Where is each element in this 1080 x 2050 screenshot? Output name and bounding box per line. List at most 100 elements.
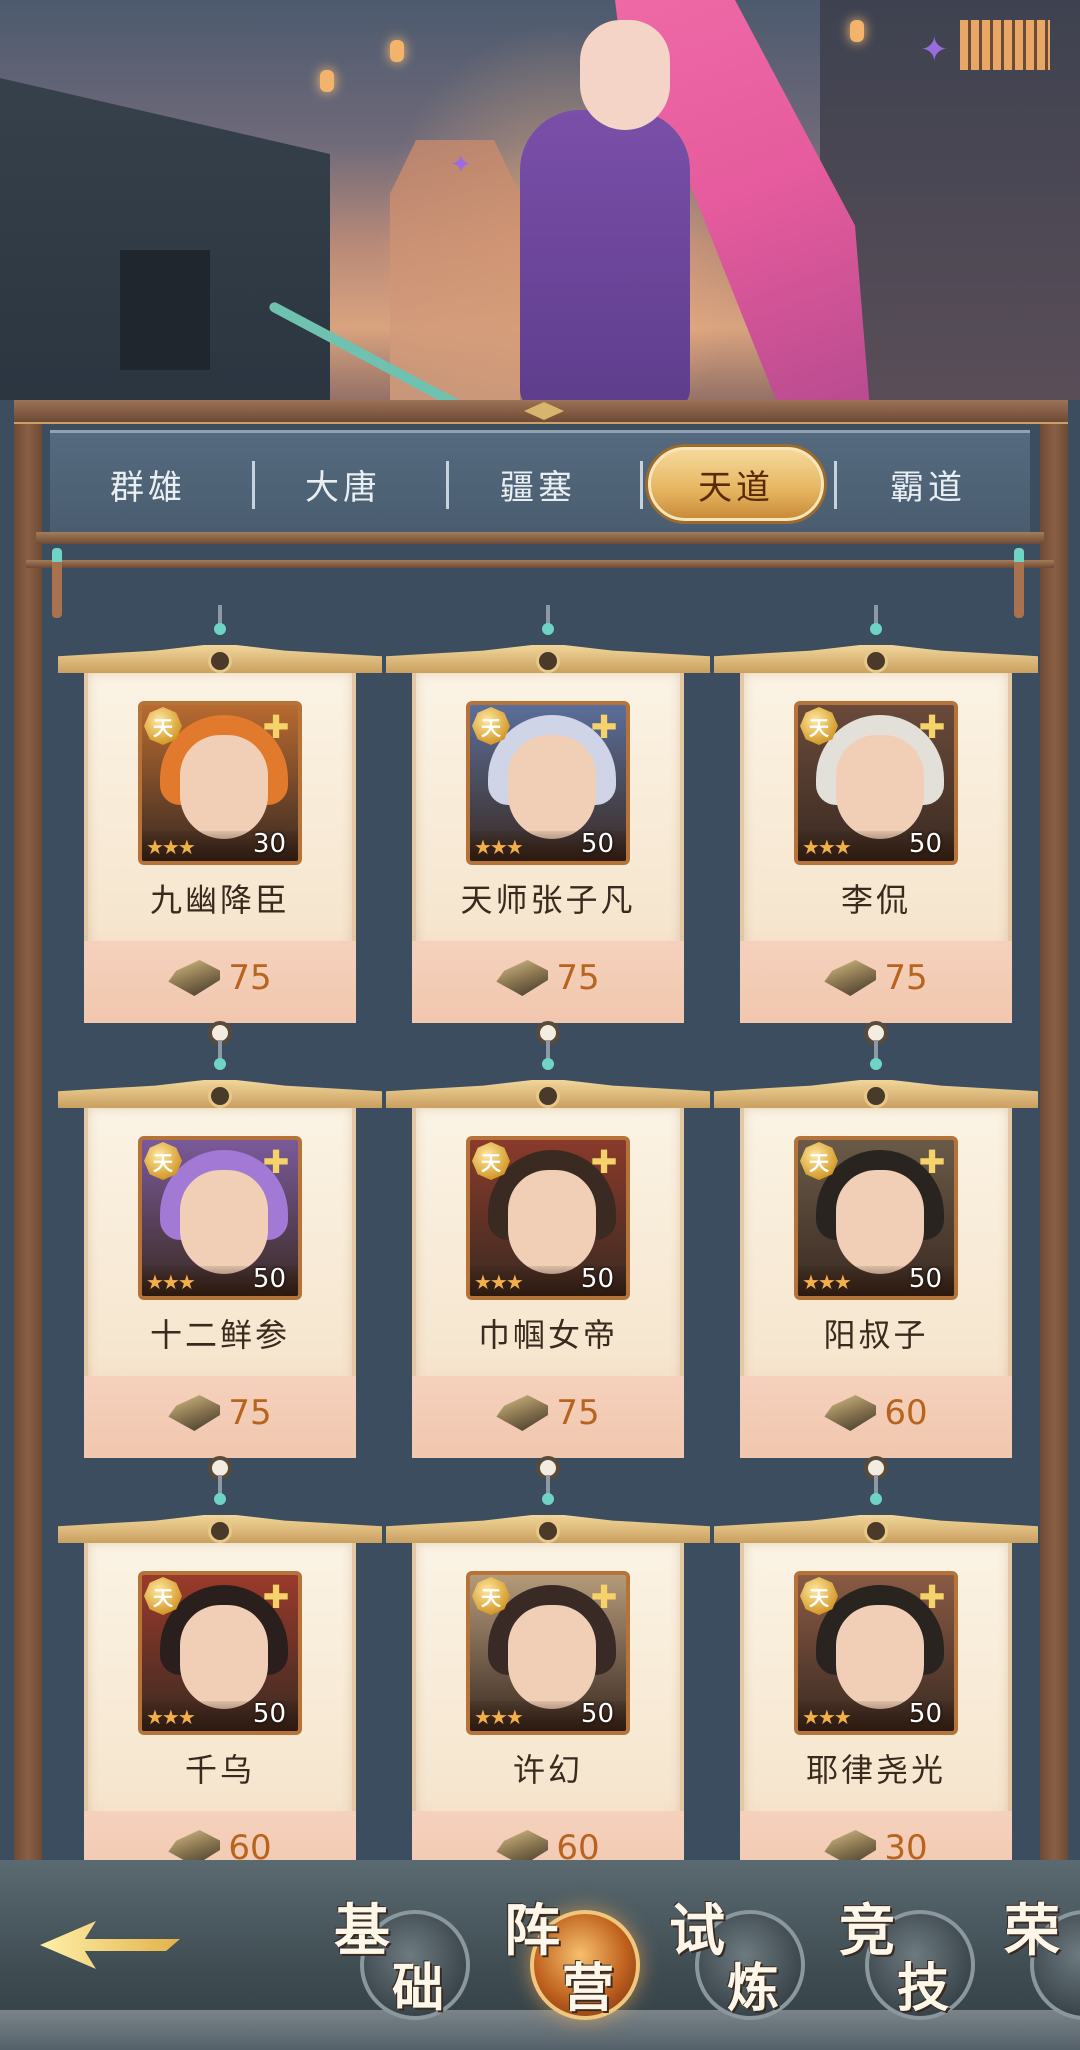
token-icon [824, 960, 877, 996]
pagoda [390, 140, 520, 410]
frame-post-right [1040, 400, 1068, 1900]
hero-portrait[interactable]: 天 ✚ ★★★ 50 [794, 1571, 958, 1735]
token-icon [496, 960, 549, 996]
hero-card[interactable]: 天 ✚ ★★★ 50 阳叔子 60 [714, 1040, 1038, 1490]
hero-name: 十二鲜参 [149, 1316, 290, 1354]
token-icon [168, 1395, 221, 1431]
nav-arena[interactable]: 竞 技 [835, 1880, 985, 2030]
nav-char: 阵 [504, 1898, 560, 1964]
hero-level: 50 [908, 1699, 942, 1729]
puzzle-piece-icon: ✚ [918, 1578, 946, 1616]
puzzle-piece-icon: ✚ [262, 708, 290, 746]
hero-cost: 75 [84, 1386, 356, 1440]
scroll-knob [864, 1519, 888, 1543]
nav-char: 试 [669, 1898, 725, 1964]
hanging-hook [868, 1475, 884, 1515]
tab-rail [26, 560, 1054, 568]
hero-name: 九幽降臣 [149, 881, 290, 919]
nav-basic[interactable]: 基 础 [330, 1880, 480, 2030]
portrait-face [836, 1605, 924, 1709]
star-rating: ★★★ [146, 835, 196, 859]
tab-badao[interactable]: 霸道 [840, 447, 1016, 521]
hero-portrait[interactable]: 天 ✚ ★★★ 50 [138, 1136, 302, 1300]
top-beam [14, 400, 1068, 424]
portrait-face [508, 1170, 596, 1274]
portrait-face [836, 1170, 924, 1274]
butterfly-icon: ✦ [920, 30, 949, 70]
hero-level: 50 [252, 1264, 286, 1294]
star-rating: ★★★ [802, 1270, 852, 1294]
nav-honor[interactable]: 荣 [1000, 1880, 1080, 2030]
puzzle-piece-icon: ✚ [590, 708, 618, 746]
hanging-hook [212, 1475, 228, 1515]
hero-name: 阳叔子 [823, 1316, 929, 1354]
hero-card[interactable]: 天 ✚ ★★★ 50 十二鲜参 75 [58, 1040, 382, 1490]
hero-level: 50 [580, 1699, 614, 1729]
hero-card[interactable]: 天 ✚ ★★★ 50 李侃 75 [714, 605, 1038, 1055]
hero-portrait[interactable]: 天 ✚ ★★★ 30 [138, 701, 302, 865]
puzzle-piece-icon: ✚ [918, 1143, 946, 1181]
nav-char: 技 [897, 1958, 950, 2019]
nav-trial[interactable]: 试 炼 [665, 1880, 815, 2030]
token-icon [496, 1395, 549, 1431]
nav-char: 竞 [839, 1898, 895, 1964]
heroine-face [580, 20, 670, 130]
hanging-hook [212, 1040, 228, 1080]
hero-cost: 75 [84, 951, 356, 1005]
hero-card[interactable]: 天 ✚ ★★★ 50 天师张子凡 75 [386, 605, 710, 1055]
hero-name: 千乌 [184, 1751, 255, 1789]
portrait-face [180, 1170, 268, 1274]
faction-tabs: 群雄 大唐 疆塞 天道 霸道 [50, 430, 1030, 535]
tab-tiandao[interactable]: 天道 [648, 447, 824, 521]
hero-cost: 75 [412, 951, 684, 1005]
hero-portrait[interactable]: 天 ✚ ★★★ 50 [466, 1136, 630, 1300]
hero-level: 50 [908, 1264, 942, 1294]
nav-char: 础 [392, 1958, 445, 2019]
star-rating: ★★★ [802, 1705, 852, 1729]
scroll-knob [536, 1519, 560, 1543]
hero-portrait[interactable]: 天 ✚ ★★★ 50 [466, 701, 630, 865]
hanging-hook [540, 1040, 556, 1080]
hero-card[interactable]: 天 ✚ ★★★ 30 九幽降臣 75 [58, 605, 382, 1055]
hero-card[interactable]: 天 ✚ ★★★ 50 巾帼女帝 75 [386, 1040, 710, 1490]
hero-name: 巾帼女帝 [477, 1316, 618, 1354]
hero-portrait[interactable]: 天 ✚ ★★★ 50 [794, 701, 958, 865]
back-button[interactable] [40, 1910, 180, 1980]
tab-datang[interactable]: 大唐 [255, 447, 431, 521]
tian-badge-icon: 天 [800, 707, 838, 745]
token-icon [168, 960, 221, 996]
nav-char: 营 [562, 1958, 615, 2019]
tab-divider [446, 461, 449, 509]
cost-value: 75 [228, 1393, 272, 1433]
hero-portrait[interactable]: 天 ✚ ★★★ 50 [794, 1136, 958, 1300]
nav-faction[interactable]: 阵 营 [500, 1880, 650, 2030]
hanging-hook [540, 1475, 556, 1515]
hero-level: 50 [908, 829, 942, 859]
tab-qunxiong[interactable]: 群雄 [60, 447, 236, 521]
cost-value: 60 [884, 1393, 928, 1433]
hero-portrait[interactable]: 天 ✚ ★★★ 50 [466, 1571, 630, 1735]
building-left [0, 78, 330, 410]
lantern-icon [320, 70, 334, 92]
scroll-knob [864, 649, 888, 673]
tian-badge-icon: 天 [472, 707, 510, 745]
tab-jiangsai[interactable]: 疆塞 [450, 447, 626, 521]
hero-banner: ✦ ✦ [0, 0, 1080, 410]
cost-value: 75 [884, 958, 928, 998]
hero-level: 50 [580, 829, 614, 859]
star-rating: ★★★ [146, 1270, 196, 1294]
frame-post-left [14, 400, 42, 1900]
portrait-face [180, 735, 268, 839]
nav-char: 荣 [1004, 1898, 1060, 1964]
star-rating: ★★★ [802, 835, 852, 859]
star-rating: ★★★ [474, 1705, 524, 1729]
bottom-nav: 基 础 阵 营 试 炼 竞 技 荣 [0, 1860, 1080, 2050]
cost-value: 75 [556, 1393, 600, 1433]
star-rating: ★★★ [474, 835, 524, 859]
puzzle-piece-icon: ✚ [590, 1143, 618, 1181]
hero-portrait[interactable]: 天 ✚ ★★★ 50 [138, 1571, 302, 1735]
scroll-knob [536, 649, 560, 673]
star-rating: ★★★ [146, 1705, 196, 1729]
tab-divider [640, 461, 643, 509]
puzzle-piece-icon: ✚ [262, 1143, 290, 1181]
